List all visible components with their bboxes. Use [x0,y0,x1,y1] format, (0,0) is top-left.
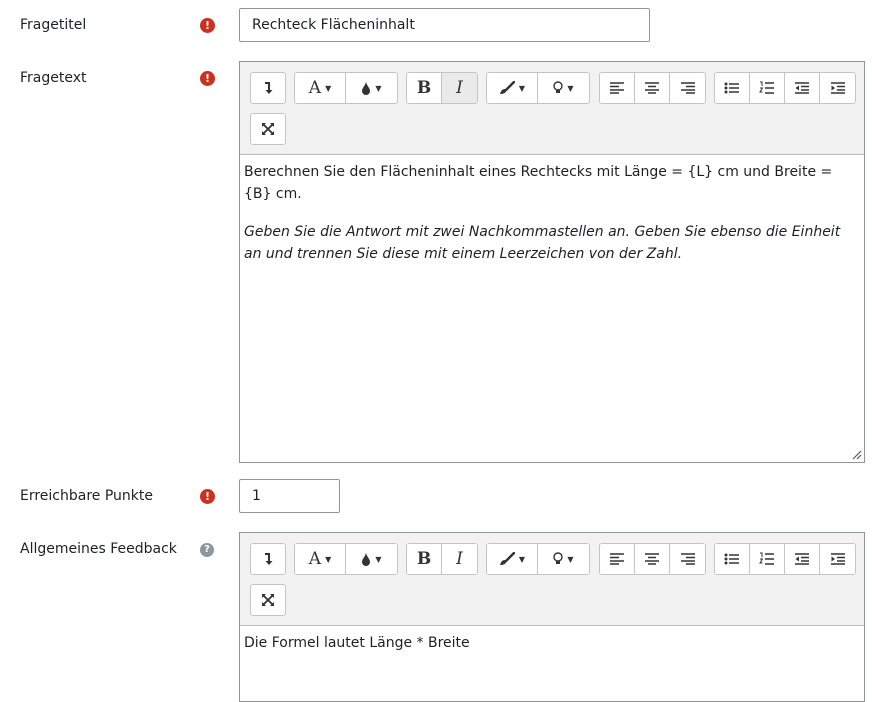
toolbar-toggle-button[interactable] [251,73,285,103]
toolbar-group-collapse [250,72,286,104]
lightbulb-icon [553,81,564,93]
toolbar-group-align [599,72,706,104]
fragetext-editor: A ▼ ▼ B I ▼ ▼ Berechnen Sie den Flächeni… [239,61,865,463]
ordered-list-button[interactable] [750,544,785,574]
arrow-down-turn-icon [265,553,273,565]
clear-format-button[interactable]: ▼ [487,544,538,574]
toolbar-group-style: A ▼ ▼ [294,543,398,575]
outdent-button[interactable] [785,73,820,103]
feedback-label: Allgemeines Feedback [20,541,177,557]
font-style-button[interactable]: A ▼ [295,73,346,103]
fragetext-label: Fragetext [20,70,87,86]
toolbar-group-style: A ▼ ▼ [294,72,398,104]
toolbar-group-align [599,543,706,575]
align-right-icon [680,553,695,565]
list-bullet-icon [724,82,739,94]
editor-toolbar: A ▼ ▼ B I ▼ ▼ [240,62,864,155]
indent-button[interactable] [820,73,855,103]
feedback-editor: A ▼ ▼ B I ▼ ▼ Die Formel lautet Länge * … [239,532,865,702]
resize-handle-icon[interactable] [852,450,862,460]
align-center-icon [645,553,659,565]
font-style-button[interactable]: A ▼ [295,544,346,574]
align-center-icon [645,82,659,94]
list-numbered-icon [759,81,774,94]
unordered-list-button[interactable] [715,73,750,103]
toolbar-group-collapse [250,543,286,575]
align-left-button[interactable] [600,544,635,574]
required-icon: ! [200,18,215,33]
align-right-icon [680,82,695,94]
toolbar-group-misc: ▼ ▼ [486,543,590,575]
punkte-label: Erreichbare Punkte [20,488,154,504]
bold-button[interactable]: B [407,544,442,574]
clear-format-button[interactable]: ▼ [487,73,538,103]
toolbar-group-format: B I [406,543,478,575]
fullscreen-button[interactable] [251,585,285,615]
feedback-paragraph: Die Formel lautet Länge * Breite [244,635,470,651]
indent-icon [830,82,845,94]
toolbar-group-lists [714,72,856,104]
text-color-button[interactable]: ▼ [346,73,397,103]
help-icon[interactable]: ? [200,543,214,557]
expand-icon [262,594,274,606]
required-icon: ! [200,489,215,504]
indent-button[interactable] [820,544,855,574]
required-icon: ! [200,71,215,86]
accessibility-button[interactable]: ▼ [538,544,589,574]
lightbulb-icon [553,552,564,564]
unordered-list-button[interactable] [715,544,750,574]
list-bullet-icon [724,553,739,565]
brush-icon [499,81,515,94]
italic-button[interactable]: I [442,73,477,103]
fragetitel-input[interactable] [239,8,650,42]
align-center-button[interactable] [635,73,670,103]
fragetext-paragraph: Berechnen Sie den Flächeninhalt eines Re… [244,164,833,202]
outdent-icon [795,82,809,94]
indent-icon [830,553,845,565]
align-center-button[interactable] [635,544,670,574]
fullscreen-button[interactable] [251,114,285,144]
align-right-button[interactable] [670,544,705,574]
accessibility-button[interactable]: ▼ [538,73,589,103]
align-left-icon [610,82,624,94]
fragetitel-label: Fragetitel [20,17,87,33]
arrow-down-turn-icon [265,82,273,94]
bold-button[interactable]: B [407,73,442,103]
italic-button[interactable]: I [442,544,477,574]
fragetext-italic-paragraph: Geben Sie die Antwort mit zwei Nachkomma… [244,224,841,262]
drop-icon [362,81,371,95]
editor-toolbar: A ▼ ▼ B I ▼ ▼ [240,533,864,626]
punkte-input[interactable] [239,479,340,513]
toolbar-group-fullscreen [250,113,286,145]
editor-content[interactable]: Berechnen Sie den Flächeninhalt eines Re… [240,155,864,287]
brush-icon [499,552,515,565]
outdent-icon [795,553,809,565]
editor-content[interactable]: Die Formel lautet Länge * Breite [240,626,864,676]
font-icon: A [308,78,322,98]
align-left-icon [610,553,624,565]
align-right-button[interactable] [670,73,705,103]
outdent-button[interactable] [785,544,820,574]
toolbar-toggle-button[interactable] [251,544,285,574]
toolbar-group-format: B I [406,72,478,104]
ordered-list-button[interactable] [750,73,785,103]
expand-icon [262,123,274,135]
align-left-button[interactable] [600,73,635,103]
text-color-button[interactable]: ▼ [346,544,397,574]
toolbar-group-lists [714,543,856,575]
font-icon: A [308,549,322,569]
list-numbered-icon [759,552,774,565]
drop-icon [362,552,371,566]
toolbar-group-misc: ▼ ▼ [486,72,590,104]
toolbar-group-fullscreen [250,584,286,616]
